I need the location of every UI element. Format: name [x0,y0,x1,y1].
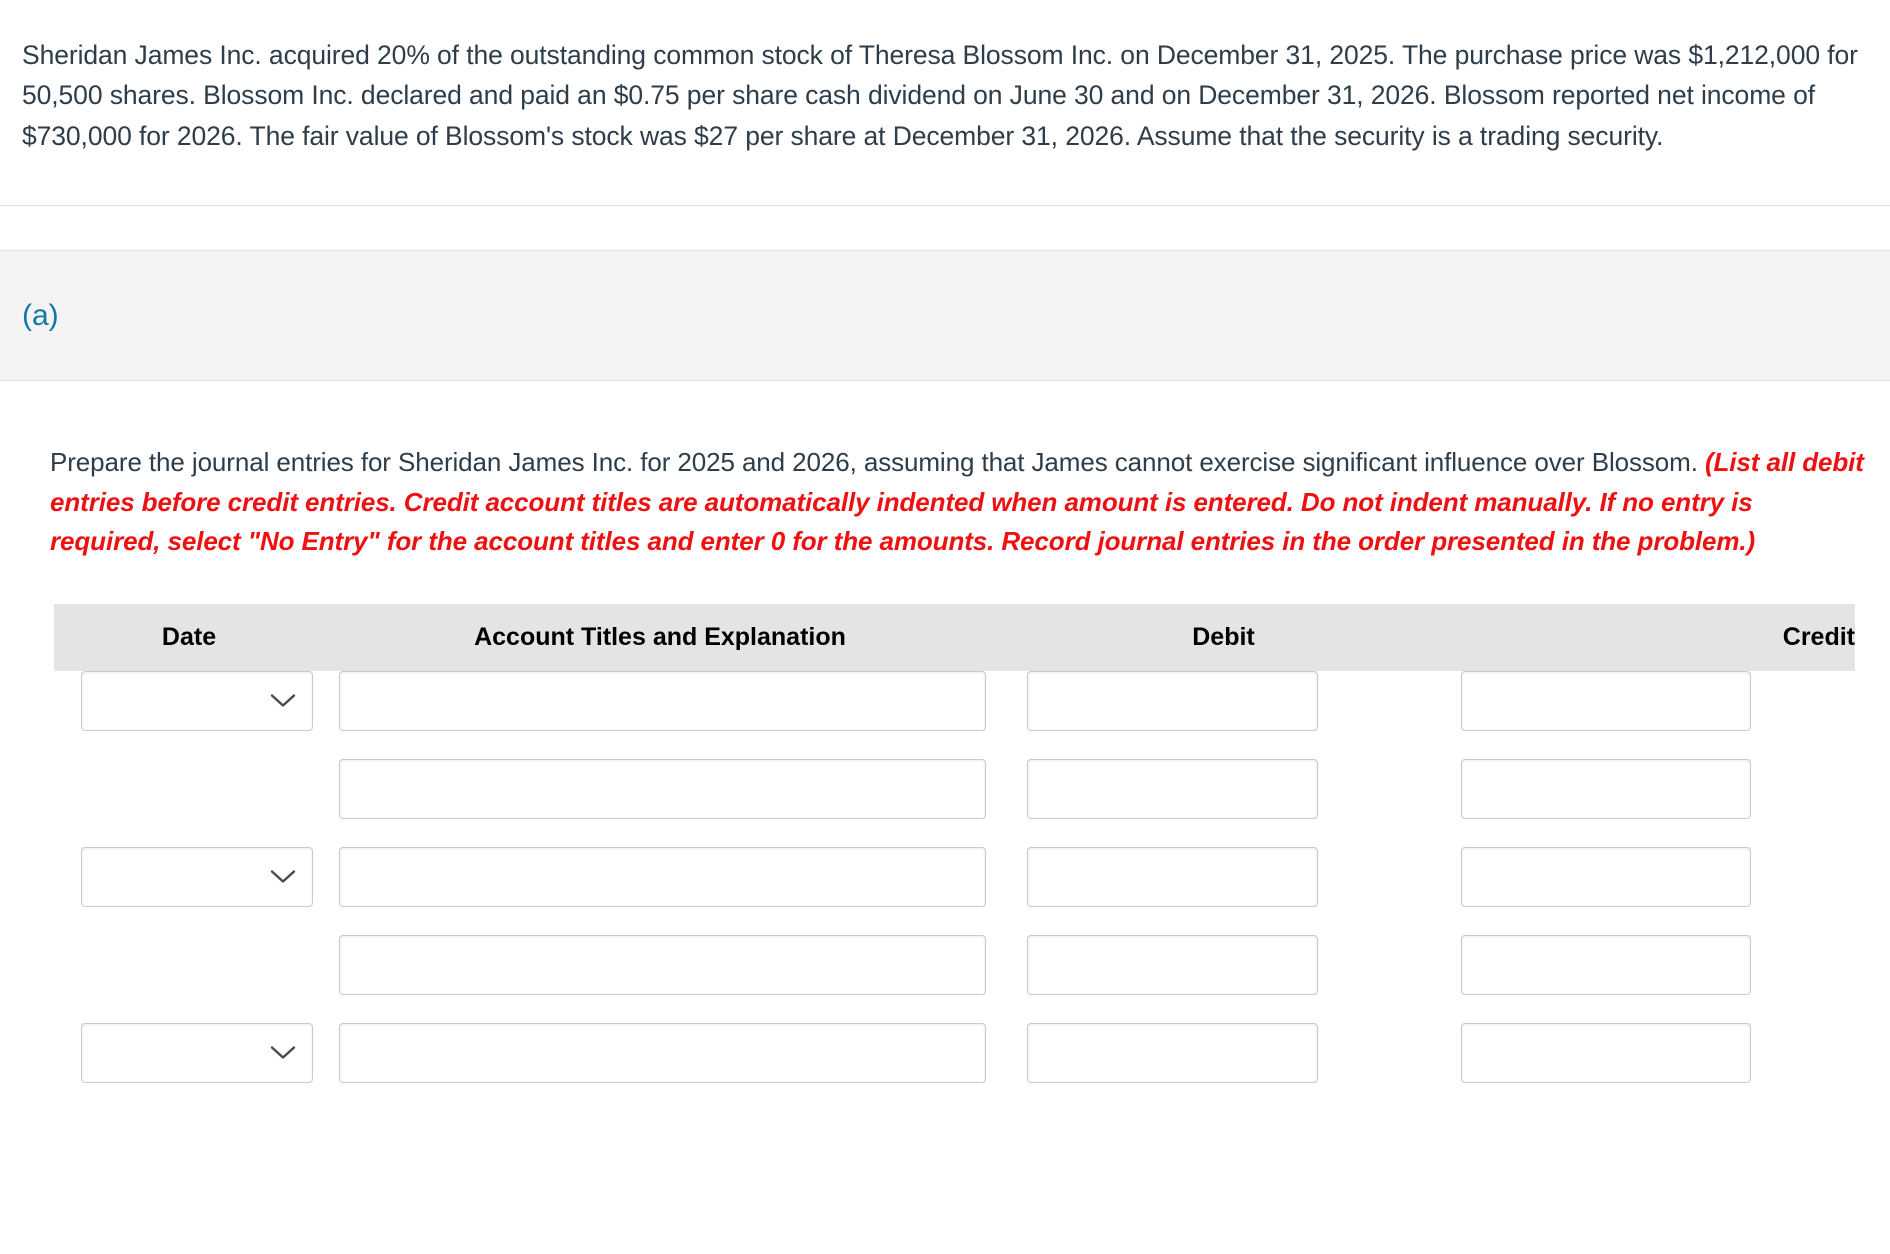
journal-cell-debit [996,934,1451,1023]
journal-cell-account [324,758,996,847]
debit-amount-input-4[interactable] [1027,934,1318,995]
journal-entry-row [54,1022,1855,1111]
journal-header-row: Date Account Titles and Explanation Debi… [54,603,1855,671]
journal-cell-account [324,934,996,1023]
account-title-input-2[interactable] [339,758,986,819]
journal-table-body [54,670,1855,1111]
instructions-text: Prepare the journal entries for Sheridan… [50,443,1868,562]
column-header-credit: Credit [1451,603,1855,671]
journal-entry-table: Date Account Titles and Explanation Debi… [54,603,1855,1111]
journal-cell-credit [1451,758,1855,847]
credit-amount-input-3[interactable] [1461,846,1751,907]
exercise-page: Sheridan James Inc. acquired 20% of the … [0,0,1890,1254]
problem-statement: Sheridan James Inc. acquired 20% of the … [0,0,1890,205]
part-header-band: (a) [0,250,1890,382]
problem-text: Sheridan James Inc. acquired 20% of the … [22,39,1858,152]
date-select-1[interactable] [81,670,313,731]
instructions-lead: Prepare the journal entries for Sheridan… [50,447,1705,478]
journal-cell-date [54,846,324,935]
account-title-input-1[interactable] [339,670,986,731]
date-select-5[interactable] [81,1022,313,1083]
journal-entry-row [54,670,1855,759]
part-spacer [0,206,1890,251]
date-select-3[interactable] [81,846,313,907]
journal-entry-row [54,758,1855,847]
account-title-input-4[interactable] [339,934,986,995]
journal-cell-account [324,1022,996,1111]
credit-amount-input-2[interactable] [1461,758,1751,819]
journal-cell-date-empty [54,935,324,1023]
debit-amount-input-1[interactable] [1027,670,1318,731]
column-header-account: Account Titles and Explanation [324,603,996,671]
journal-cell-date [54,670,324,759]
date-select-wrapper [81,1022,313,1083]
journal-cell-account [324,670,996,759]
journal-cell-credit [1451,1022,1855,1111]
column-header-date: Date [54,603,324,671]
credit-amount-input-5[interactable] [1461,1022,1751,1083]
journal-cell-debit [996,1022,1451,1111]
account-title-input-3[interactable] [339,846,986,907]
debit-amount-input-3[interactable] [1027,846,1318,907]
part-label: (a) [22,298,59,332]
credit-amount-input-4[interactable] [1461,934,1751,995]
journal-cell-credit [1451,934,1855,1023]
debit-amount-input-5[interactable] [1027,1022,1318,1083]
debit-amount-input-2[interactable] [1027,758,1318,819]
journal-cell-debit [996,846,1451,935]
date-select-wrapper [81,846,313,907]
journal-entry-table-wrapper: Date Account Titles and Explanation Debi… [0,603,1890,1111]
journal-cell-credit [1451,846,1855,935]
journal-cell-date [54,759,324,847]
credit-amount-input-1[interactable] [1461,670,1751,731]
journal-cell-date-empty [54,759,324,847]
instructions-block: Prepare the journal entries for Sheridan… [0,381,1890,562]
journal-cell-account [324,846,996,935]
account-title-input-5[interactable] [339,1022,986,1083]
column-header-debit: Debit [996,603,1451,671]
journal-cell-date [54,1022,324,1111]
journal-cell-date [54,935,324,1023]
journal-table-head: Date Account Titles and Explanation Debi… [54,603,1855,671]
journal-cell-debit [996,758,1451,847]
journal-entry-row [54,846,1855,935]
journal-entry-row [54,934,1855,1023]
journal-cell-credit [1451,670,1855,759]
journal-cell-debit [996,670,1451,759]
date-select-wrapper [81,670,313,731]
